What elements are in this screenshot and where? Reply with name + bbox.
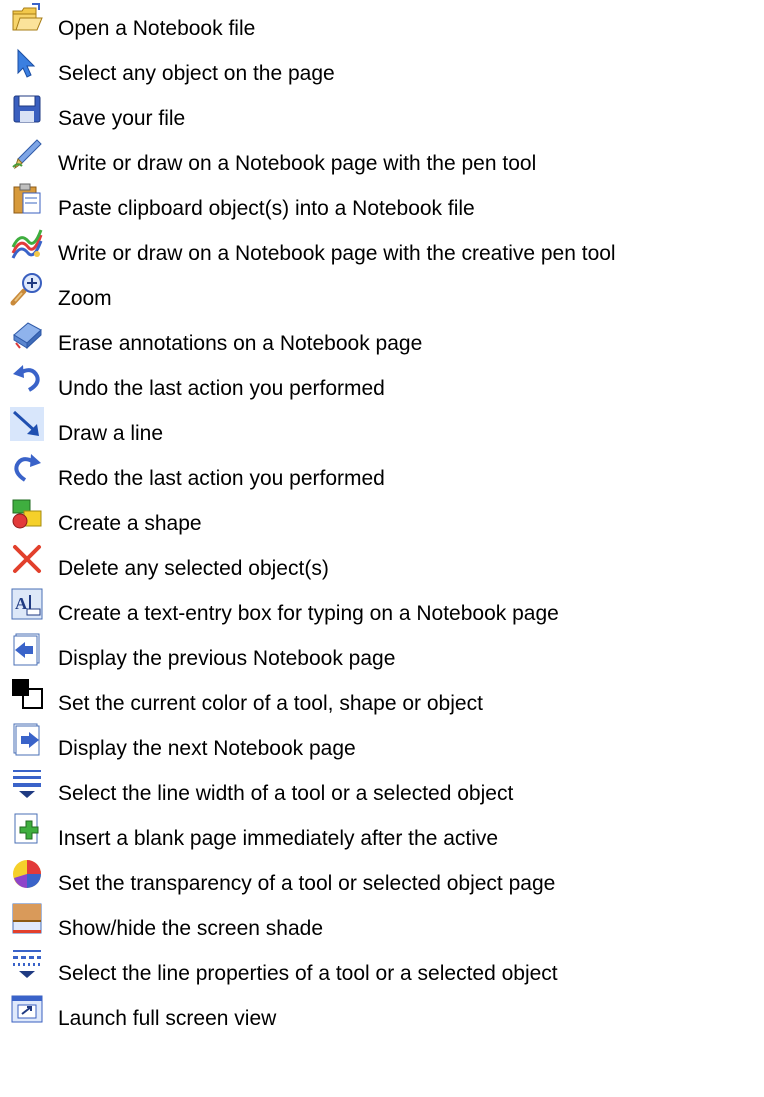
eraser-icon	[10, 317, 44, 351]
open-folder-icon	[10, 2, 44, 36]
legend-item-color: Set the current color of a tool, shape o…	[0, 675, 764, 720]
pen-icon	[10, 137, 44, 171]
legend-item-transparency: Set the transparency of a tool or select…	[0, 855, 764, 900]
legend-item-next-page: Display the next Notebook page	[0, 720, 764, 765]
legend-label: Zoom	[58, 287, 112, 310]
legend-item-creative-pen: Write or draw on a Notebook page with th…	[0, 225, 764, 270]
legend-label: Select any object on the page	[58, 62, 335, 85]
legend-label: Undo the last action you performed	[58, 377, 385, 400]
insert-page-icon	[10, 812, 44, 846]
legend-item-save: Save your file	[0, 90, 764, 135]
legend-item-screen-shade: Show/hide the screen shade	[0, 900, 764, 945]
legend-label: Select the line width of a tool or a sel…	[58, 782, 514, 805]
paste-clipboard-icon	[10, 182, 44, 216]
undo-icon	[10, 362, 44, 396]
transparency-icon	[10, 857, 44, 891]
legend-item-line-width: Select the line width of a tool or a sel…	[0, 765, 764, 810]
legend-item-full-screen: Launch full screen view	[0, 990, 764, 1035]
delete-icon	[10, 542, 44, 576]
creative-pen-icon	[10, 227, 44, 261]
legend-label: Open a Notebook file	[58, 17, 256, 40]
legend-label: Delete any selected object(s)	[58, 557, 329, 580]
previous-page-icon	[10, 632, 44, 666]
legend-label: Insert a blank page immediately after th…	[58, 827, 499, 850]
legend-item-zoom: Zoom	[0, 270, 764, 315]
legend-label: Write or draw on a Notebook page with th…	[58, 242, 616, 265]
legend-label: Display the previous Notebook page	[58, 647, 396, 670]
legend-label: Draw a line	[58, 422, 164, 445]
shapes-icon	[10, 497, 44, 531]
screen-shade-icon	[10, 902, 44, 936]
line-icon	[10, 407, 44, 441]
legend-label: Create a text-entry box for typing on a …	[58, 602, 559, 625]
legend-item-eraser: Erase annotations on a Notebook page	[0, 315, 764, 360]
legend-item-redo: Redo the last action you performed	[0, 450, 764, 495]
legend-item-text-box: Create a text-entry box for typing on a …	[0, 585, 764, 630]
text-box-icon	[10, 587, 44, 621]
legend-label: Erase annotations on a Notebook page	[58, 332, 423, 355]
next-page-icon	[10, 722, 44, 756]
legend-label: Redo the last action you performed	[58, 467, 385, 490]
legend-item-delete: Delete any selected object(s)	[0, 540, 764, 585]
legend-label: Display the next Notebook page	[58, 737, 356, 760]
legend-label: Show/hide the screen shade	[58, 917, 324, 940]
legend-item-shapes: Create a shape	[0, 495, 764, 540]
legend-label: Set the transparency of a tool or select…	[58, 872, 556, 895]
legend-item-previous-page: Display the previous Notebook page	[0, 630, 764, 675]
line-width-icon	[10, 767, 44, 801]
legend-item-line: Draw a line	[0, 405, 764, 450]
legend-item-line-properties: Select the line properties of a tool or …	[0, 945, 764, 990]
color-icon	[10, 677, 44, 711]
legend-label: Save your file	[58, 107, 186, 130]
legend-item-undo: Undo the last action you performed	[0, 360, 764, 405]
legend-label: Launch full screen view	[58, 1007, 277, 1030]
full-screen-icon	[10, 992, 44, 1026]
legend-label: Set the current color of a tool, shape o…	[58, 692, 483, 715]
legend-item-open: Open a Notebook file	[0, 0, 764, 45]
legend-item-insert-page: Insert a blank page immediately after th…	[0, 810, 764, 855]
select-arrow-icon	[10, 47, 44, 81]
legend-label: Write or draw on a Notebook page with th…	[58, 152, 537, 175]
save-disk-icon	[10, 92, 44, 126]
legend-item-paste: Paste clipboard object(s) into a Noteboo…	[0, 180, 764, 225]
legend-label: Create a shape	[58, 512, 202, 535]
zoom-icon	[10, 272, 44, 306]
legend-item-select: Select any object on the page	[0, 45, 764, 90]
legend-item-pen: Write or draw on a Notebook page with th…	[0, 135, 764, 180]
legend-label: Select the line properties of a tool or …	[58, 962, 558, 985]
legend-label: Paste clipboard object(s) into a Noteboo…	[58, 197, 475, 220]
redo-icon	[10, 452, 44, 486]
line-properties-icon	[10, 947, 44, 981]
